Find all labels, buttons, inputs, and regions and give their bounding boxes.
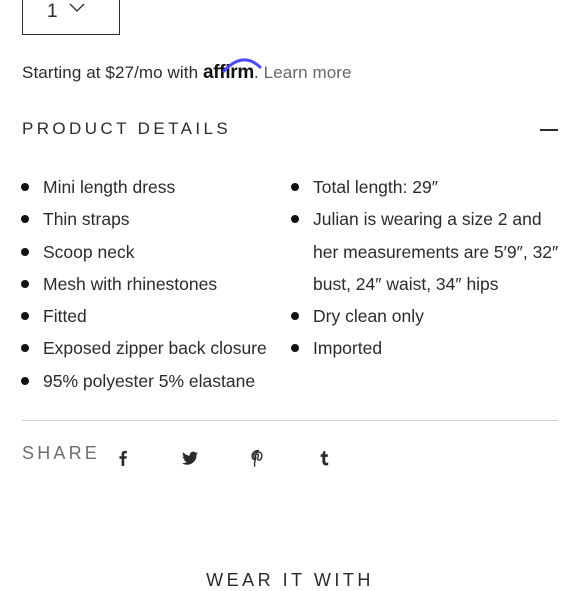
collapse-minus-icon[interactable] (540, 129, 558, 131)
list-item: Mini length dress (21, 171, 267, 203)
list-item: Dry clean only (291, 300, 563, 332)
product-details-heading[interactable]: PRODUCT DETAILS (22, 119, 231, 139)
quantity-select[interactable]: 1 (22, 0, 120, 35)
share-label: SHARE (22, 443, 101, 463)
affirm-prefix: Starting at $27/mo with (22, 63, 199, 82)
tumblr-icon[interactable] (315, 449, 333, 467)
wear-it-with-heading: WEAR IT WITH (206, 570, 374, 590)
pinterest-icon[interactable] (249, 449, 267, 467)
list-item: Exposed zipper back closure (21, 332, 267, 364)
list-item: Julian is wearing a size 2 and her measu… (291, 203, 563, 300)
details-list-left: Mini length dress Thin straps Scoop neck… (21, 171, 267, 397)
list-item: Imported (291, 332, 563, 364)
twitter-icon[interactable] (181, 449, 199, 467)
affirm-logo: affirm (203, 58, 263, 83)
list-item: Total length: 29″ (291, 171, 563, 203)
list-item: Scoop neck (21, 236, 267, 268)
list-item: Thin straps (21, 203, 267, 235)
learn-more-link[interactable]: Learn more (264, 63, 352, 82)
chevron-down-icon (69, 3, 85, 12)
list-item: Mesh with rhinestones (21, 268, 267, 300)
facebook-icon[interactable] (114, 449, 132, 467)
list-item: Fitted (21, 300, 267, 332)
list-item: 95% polyester 5% elastane (21, 365, 267, 397)
affirm-financing-line: Starting at $27/mo with affirm. Learn mo… (22, 58, 352, 84)
section-divider (22, 420, 558, 421)
quantity-value: 1 (47, 1, 58, 22)
affirm-arc-icon (221, 58, 263, 74)
details-list-right: Total length: 29″ Julian is wearing a si… (291, 171, 563, 365)
